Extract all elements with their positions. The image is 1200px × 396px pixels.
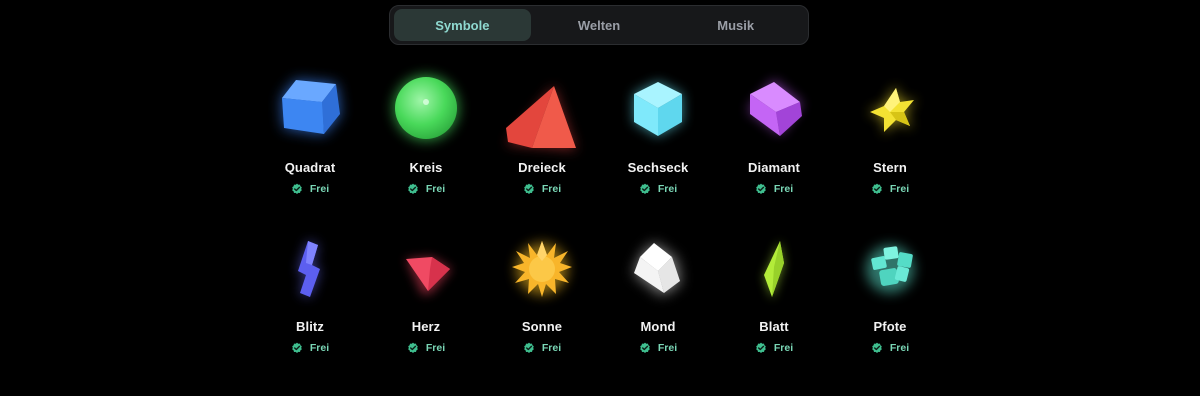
symbol-picker: Symbole Welten Musik Quadrat Frei Kreis … [0, 0, 1200, 396]
verified-check-icon [292, 183, 302, 194]
symbol-card-stern[interactable]: Stern Frei [832, 62, 948, 212]
cube-icon [262, 62, 358, 158]
moon-icon [610, 221, 706, 317]
status-badge: Frei [639, 183, 677, 195]
heart-icon [378, 221, 474, 317]
symbol-name: Kreis [409, 160, 443, 175]
symbol-card-dreieck[interactable]: Dreieck Frei [484, 62, 600, 212]
symbol-card-pfote[interactable]: Pfote Frei [832, 221, 948, 371]
symbol-card-mond[interactable]: Mond Frei [600, 221, 716, 371]
symbol-name: Pfote [873, 319, 907, 334]
star-icon [842, 62, 938, 158]
symbol-card-blitz[interactable]: Blitz Frei [252, 221, 368, 371]
pyramid-icon [494, 62, 590, 158]
status-badge: Frei [871, 342, 909, 354]
verified-check-icon [640, 183, 650, 194]
status-badge: Frei [523, 342, 561, 354]
verified-check-icon [524, 342, 534, 353]
symbol-name: Sonne [521, 319, 563, 334]
status-badge: Frei [639, 342, 677, 354]
status-badge: Frei [523, 183, 561, 195]
sphere-icon [378, 62, 474, 158]
symbol-card-kreis[interactable]: Kreis Frei [368, 62, 484, 212]
symbol-card-diamant[interactable]: Diamant Frei [716, 62, 832, 212]
status-badge: Frei [291, 183, 329, 195]
symbol-grid: Quadrat Frei Kreis Frei Dreieck Frei Sec… [252, 62, 948, 371]
symbol-name: Blitz [296, 319, 324, 334]
symbol-name: Herz [411, 319, 441, 334]
status-badge: Frei [871, 183, 909, 195]
symbol-card-quadrat[interactable]: Quadrat Frei [252, 62, 368, 212]
tab-musik[interactable]: Musik [667, 9, 804, 41]
sun-icon [494, 221, 590, 317]
symbol-name: Dreieck [518, 160, 566, 175]
status-badge: Frei [755, 342, 793, 354]
verified-check-icon [756, 183, 766, 194]
tab-welten[interactable]: Welten [531, 9, 668, 41]
symbol-card-blatt[interactable]: Blatt Frei [716, 221, 832, 371]
symbol-card-sonne[interactable]: Sonne Frei [484, 221, 600, 371]
symbol-name: Stern [873, 160, 907, 175]
status-badge: Frei [407, 183, 445, 195]
verified-check-icon [524, 183, 534, 194]
diamond-icon [726, 62, 822, 158]
symbol-name: Mond [640, 319, 676, 334]
verified-check-icon [408, 183, 418, 194]
verified-check-icon [640, 342, 650, 353]
leaf-icon [726, 221, 822, 317]
symbol-name: Quadrat [284, 160, 336, 175]
verified-check-icon [872, 183, 882, 194]
tab-symbole[interactable]: Symbole [394, 9, 531, 41]
hexagon-icon [610, 62, 706, 158]
symbol-card-sechseck[interactable]: Sechseck Frei [600, 62, 716, 212]
verified-check-icon [408, 342, 418, 353]
status-badge: Frei [291, 342, 329, 354]
status-badge: Frei [407, 342, 445, 354]
verified-check-icon [872, 342, 882, 353]
symbol-card-herz[interactable]: Herz Frei [368, 221, 484, 371]
category-tabs: Symbole Welten Musik [389, 5, 809, 45]
paw-icon [842, 221, 938, 317]
lightning-icon [262, 221, 358, 317]
symbol-name: Blatt [759, 319, 789, 334]
symbol-name: Diamant [748, 160, 800, 175]
symbol-name: Sechseck [627, 160, 689, 175]
verified-check-icon [292, 342, 302, 353]
status-badge: Frei [755, 183, 793, 195]
verified-check-icon [756, 342, 766, 353]
